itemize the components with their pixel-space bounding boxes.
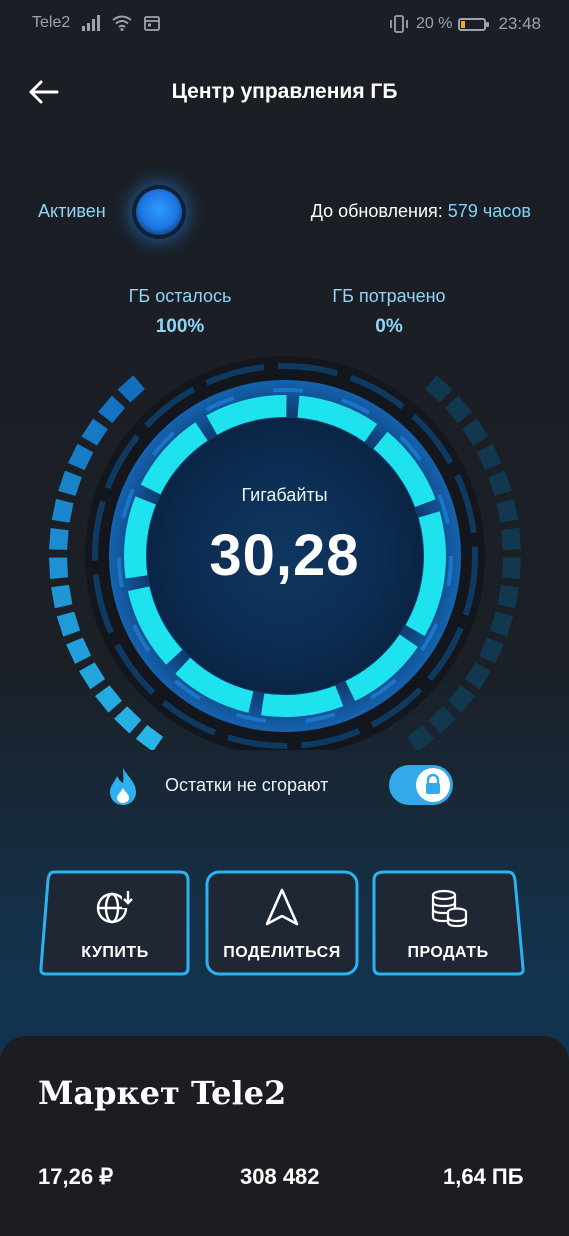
- left-scale-segment: [78, 662, 106, 690]
- left-scale-segment: [81, 418, 108, 446]
- buy-button-label: КУПИТЬ: [81, 944, 149, 961]
- wifi-icon: [112, 15, 132, 31]
- clock: 23:48: [498, 14, 541, 33]
- right-scale-segment: [444, 395, 472, 423]
- right-scale-segment: [476, 443, 502, 471]
- right-scale-segment: [428, 706, 456, 734]
- gauge-title: Гигабайты: [241, 485, 328, 505]
- right-scale-segment: [406, 724, 435, 750]
- toggle-knob: [416, 768, 450, 802]
- carrier-name: Tele2: [32, 14, 71, 31]
- share-button[interactable]: ПОДЕЛИТЬСЯ: [205, 868, 359, 978]
- left-scale-segment: [95, 685, 122, 713]
- market-title: Маркет Tele2: [38, 1074, 287, 1112]
- status-bar-right: 20 % 23:48: [388, 14, 541, 34]
- gauge-value: 30,28: [209, 523, 360, 588]
- rollover-toggle[interactable]: [389, 765, 453, 805]
- left-scale-segment: [135, 724, 164, 750]
- rollover-label: Остатки не сгорают: [165, 775, 329, 795]
- market-lots-count: 308 482: [240, 1164, 320, 1189]
- signal-icon: [82, 15, 101, 31]
- page-title: Центр управления ГБ: [171, 80, 398, 103]
- left-scale-segment: [114, 706, 142, 734]
- left-scale-segment: [98, 395, 126, 423]
- buy-button[interactable]: КУПИТЬ: [38, 868, 192, 978]
- status-bar: Tele2 20 % 23:48: [0, 0, 569, 48]
- lock-icon: [426, 773, 440, 794]
- gb-remaining-label: ГБ осталось: [128, 286, 232, 306]
- right-scale-segment: [464, 662, 492, 690]
- battery-icon: [458, 17, 490, 31]
- left-scale-segment: [117, 375, 145, 403]
- battery-level: [461, 20, 466, 28]
- right-scale-segment: [489, 611, 514, 637]
- header: Центр управления ГБ: [0, 62, 569, 122]
- globe-download-icon: [96, 890, 134, 924]
- market-panel[interactable]: Маркет Tele2 17,26 ₽ 308 482 1,64 ПБ: [0, 1036, 569, 1236]
- left-scale-segment: [66, 637, 92, 664]
- battery-percent: 20 %: [415, 15, 453, 32]
- navigation-arrow-icon: [265, 888, 299, 926]
- renewal-label: До обновления:: [310, 201, 443, 221]
- right-scale-segment: [462, 418, 489, 446]
- right-scale-segment: [478, 637, 504, 664]
- sell-button-label: ПРОДАТЬ: [407, 944, 489, 961]
- market-price: 17,26 ₽: [38, 1164, 114, 1189]
- left-scale-segment: [68, 443, 94, 471]
- share-button-label: ПОДЕЛИТЬСЯ: [223, 944, 341, 961]
- renewal-info: До обновления: 579 часов: [311, 201, 531, 222]
- left-scale-segment: [56, 611, 81, 637]
- right-scale-segment: [425, 375, 453, 403]
- market-volume: 1,64 ПБ: [443, 1164, 524, 1189]
- calendar-icon: [144, 16, 161, 31]
- gb-spent-label: ГБ потрачено: [332, 286, 446, 306]
- status-bar-left: Tele2: [32, 14, 161, 32]
- right-scale-segment: [448, 685, 475, 713]
- sell-button[interactable]: ПРОДАТЬ: [370, 868, 526, 978]
- active-indicator: [136, 189, 182, 235]
- coins-icon: [431, 889, 468, 928]
- renewal-value: 579 часов: [447, 201, 531, 221]
- active-status-label: Активен: [38, 201, 106, 221]
- vibrate-icon: [390, 15, 408, 33]
- flame-icon: [110, 768, 136, 805]
